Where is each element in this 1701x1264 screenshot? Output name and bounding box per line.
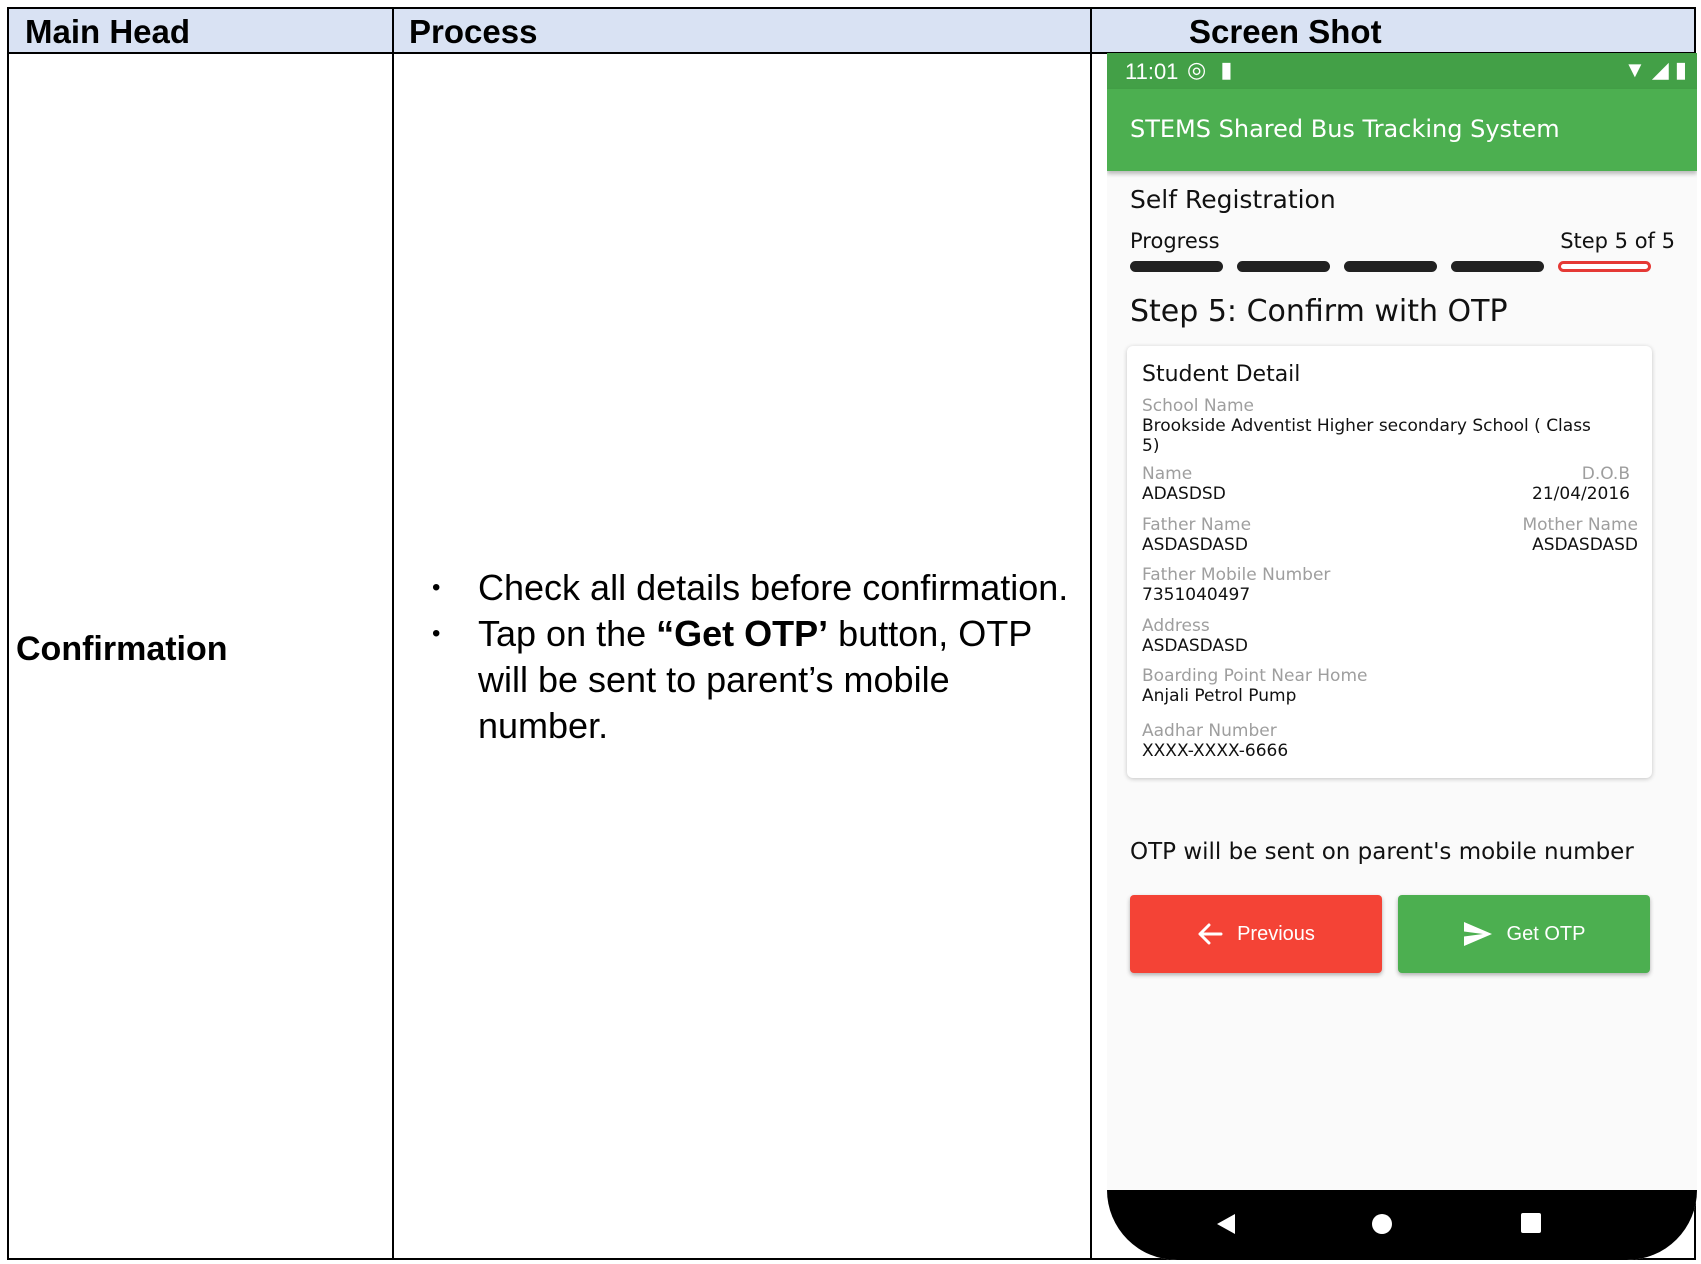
process-step: Tap on the “Get OTP’ button, OTP will be…: [428, 611, 1088, 749]
address-value: ASDASDASD: [1142, 636, 1248, 656]
sd-card-icon: ▮: [1220, 57, 1233, 82]
process-step: Check all details before confirmation.: [428, 565, 1088, 611]
mother-name-label: Mother Name: [1522, 515, 1638, 535]
status-bar: 11:01 ◎ ▮ ▼ ◢ ▮: [1107, 53, 1697, 89]
get-otp-emphasis: “Get OTP’: [656, 613, 829, 654]
phone-screenshot: 11:01 ◎ ▮ ▼ ◢ ▮ STEMS Shared Bus Trackin…: [1107, 53, 1697, 1260]
previous-button-label: Previous: [1237, 922, 1315, 945]
dob-label: D.O.B: [1581, 464, 1630, 484]
battery-icon: ▮: [1674, 57, 1687, 82]
status-time: 11:01: [1125, 59, 1179, 84]
otp-note: OTP will be sent on parent's mobile numb…: [1130, 839, 1634, 865]
registration-title: Self Registration: [1130, 185, 1336, 214]
nav-recents-icon[interactable]: [1520, 1212, 1542, 1234]
boarding-point-value: Anjali Petrol Pump: [1142, 686, 1297, 706]
father-name-value: ASDASDASD: [1142, 535, 1248, 555]
father-name-label: Father Name: [1142, 515, 1252, 535]
boarding-point-label: Boarding Point Near Home: [1142, 666, 1368, 686]
app-title: STEMS Shared Bus Tracking System: [1130, 115, 1560, 143]
header-screen-shot: Screen Shot: [1189, 13, 1382, 50]
school-name-value-cont: 5): [1142, 436, 1160, 456]
sync-icon: ◎: [1187, 57, 1207, 82]
school-name-label: School Name: [1142, 396, 1254, 416]
android-nav-bar: [1107, 1190, 1697, 1260]
table-header-row: Main Head Process Screen Shot: [9, 9, 1694, 54]
wifi-icon: ▼: [1623, 57, 1646, 82]
aadhar-value: XXXX-XXXX-6666: [1142, 741, 1289, 761]
mother-name-value: ASDASDASD: [1532, 535, 1638, 555]
school-name-value: Brookside Adventist Higher secondary Sch…: [1142, 416, 1591, 436]
card-title: Student Detail: [1142, 362, 1301, 387]
get-otp-button[interactable]: Get OTP: [1398, 895, 1650, 973]
step-label: Step 5 of 5: [1560, 229, 1675, 253]
progress-segment-current: [1558, 261, 1651, 272]
progress-label: Progress: [1130, 229, 1220, 253]
nav-home-icon[interactable]: [1370, 1212, 1394, 1236]
father-mobile-value: 7351040497: [1142, 585, 1251, 605]
father-mobile-label: Father Mobile Number: [1142, 565, 1331, 585]
progress-segment: [1237, 261, 1330, 272]
column-divider: [1090, 9, 1092, 1258]
arrow-left-icon: [1198, 923, 1223, 945]
nav-back-icon[interactable]: [1215, 1212, 1237, 1236]
dob-value: 21/04/2016: [1532, 484, 1630, 504]
progress-segment: [1451, 261, 1544, 272]
name-label: Name: [1142, 464, 1193, 484]
column-divider: [392, 9, 394, 1258]
header-process: Process: [409, 13, 538, 50]
name-value: ADASDSD: [1142, 484, 1226, 504]
main-head-cell: Confirmation: [16, 630, 228, 668]
address-label: Address: [1142, 616, 1210, 636]
progress-segment: [1344, 261, 1437, 272]
send-icon: [1463, 922, 1492, 946]
previous-button[interactable]: Previous: [1130, 895, 1382, 973]
step-heading: Step 5: Confirm with OTP: [1130, 294, 1508, 329]
header-main-head: Main Head: [25, 13, 191, 50]
progress-segment: [1130, 261, 1223, 272]
signal-icon: ◢: [1651, 57, 1669, 82]
student-detail-card: Student Detail School Name Brookside Adv…: [1127, 346, 1652, 778]
get-otp-button-label: Get OTP: [1506, 922, 1586, 945]
aadhar-label: Aadhar Number: [1142, 721, 1277, 741]
app-bar: STEMS Shared Bus Tracking System: [1107, 89, 1697, 171]
process-list: Check all details before confirmation. T…: [428, 565, 1088, 749]
